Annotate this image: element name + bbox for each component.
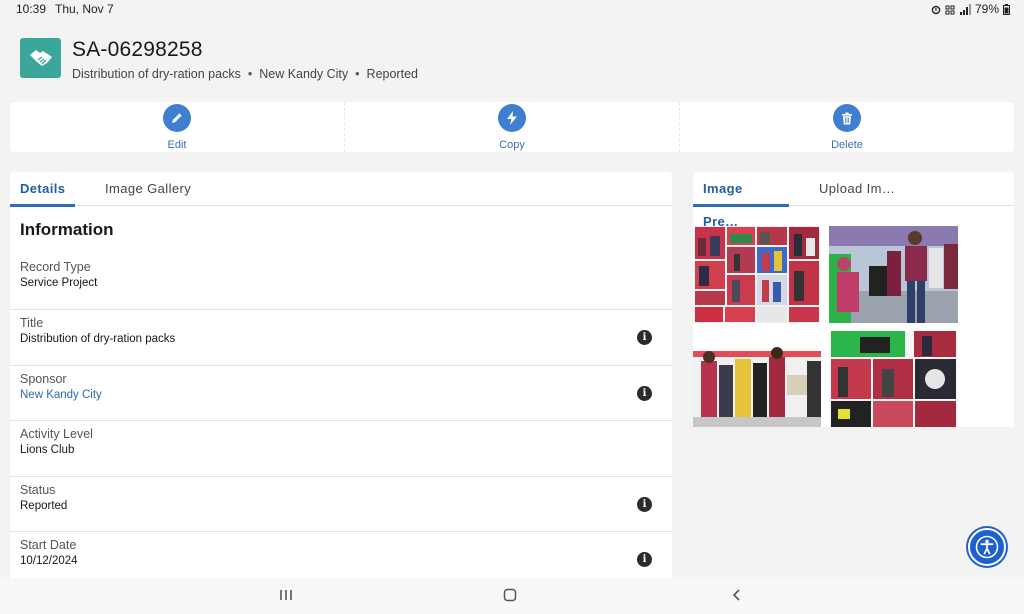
info-icon[interactable]: i [637, 385, 652, 401]
status-icons: 79% [931, 2, 1010, 16]
copy-button[interactable]: Copy [344, 102, 679, 152]
field-value: Distribution of dry-ration packs [20, 333, 176, 346]
tab-details[interactable]: Details [10, 172, 75, 207]
home-icon[interactable] [503, 587, 518, 603]
field-activity-level: Activity Level Lions Club [10, 420, 672, 475]
field-sponsor: Sponsor New Kandy City i [10, 364, 672, 420]
field-start-date: Start Date 10/12/2024 i [10, 530, 672, 578]
field-value: Service Project [20, 277, 98, 289]
details-card: Details Image Gallery Information Record… [10, 172, 672, 578]
separator: • [355, 67, 360, 81]
field-label: Sponsor [20, 371, 67, 386]
signal-icon [959, 3, 971, 15]
tab-image-gallery[interactable]: Image Gallery [95, 172, 201, 206]
details-tabs: Details Image Gallery [10, 172, 672, 207]
back-icon[interactable] [731, 587, 743, 603]
handshake-icon [20, 38, 61, 78]
field-value: Lions Club [20, 444, 75, 457]
action-bar: Edit Copy Delete [10, 102, 1014, 152]
field-label: Record Type [20, 260, 91, 274]
delete-button[interactable]: Delete [679, 102, 1014, 152]
battery-percent: 79% [974, 2, 999, 16]
info-icon[interactable]: i [637, 330, 652, 346]
record-subtitle-title: Distribution of dry-ration packs [72, 67, 241, 81]
accessibility-button[interactable] [968, 528, 1006, 566]
record-subtitle-status: Reported [366, 67, 418, 81]
field-label: Status [20, 482, 56, 497]
recent-apps-icon[interactable] [279, 587, 293, 603]
tab-upload-images[interactable]: Upload Im… [809, 172, 905, 206]
info-icon[interactable]: i [637, 496, 652, 512]
edit-button[interactable]: Edit [10, 102, 344, 152]
record-title: SA-06298258 [72, 38, 203, 61]
system-navigation-bar [0, 578, 1024, 614]
photo-thumbnail[interactable] [829, 226, 958, 323]
field-title: Title Distribution of dry-ration packs i [10, 309, 672, 364]
accessibility-icon [975, 535, 999, 559]
field-label: Activity Level [20, 427, 93, 442]
field-value: Reported [20, 499, 68, 512]
image-tabs: Image Pre… Upload Im… [693, 172, 1014, 229]
status-time: 10:39 [16, 2, 47, 16]
edit-label: Edit [167, 139, 187, 151]
field-value: 10/12/2024 [20, 554, 78, 567]
field-record-type: Record Type Service Project [10, 254, 672, 309]
alarm-icon [931, 5, 941, 14]
copy-label: Copy [499, 139, 525, 151]
photo-thumbnail[interactable] [694, 226, 820, 323]
record-subtitle-sponsor: New Kandy City [259, 67, 349, 81]
tab-image-preview[interactable]: Image Pre… [693, 172, 789, 229]
photo-thumbnail[interactable] [693, 331, 821, 427]
record-subtitle: Distribution of dry-ration packs • New K… [72, 67, 418, 81]
trash-icon [833, 104, 861, 132]
nfc-icon [945, 5, 955, 14]
field-label: Title [20, 316, 44, 331]
image-card: Image Pre… Upload Im… [693, 172, 1014, 427]
field-status: Status Reported i [10, 475, 672, 531]
status-date: Thu, Nov 7 [55, 2, 114, 16]
separator: • [247, 67, 253, 81]
section-title: Information [20, 220, 114, 239]
battery-icon [1003, 3, 1010, 15]
photo-thumbnail[interactable] [830, 331, 957, 427]
pencil-icon [163, 104, 191, 132]
lightning-icon [498, 104, 526, 132]
sponsor-link[interactable]: New Kandy City [20, 389, 102, 401]
status-bar: 10:39 Thu, Nov 7 79% [0, 0, 1024, 18]
info-icon[interactable]: i [637, 551, 652, 567]
field-label: Start Date [20, 537, 77, 552]
delete-label: Delete [831, 139, 863, 151]
record-header: SA-06298258 Distribution of dry-ration p… [0, 18, 1024, 98]
